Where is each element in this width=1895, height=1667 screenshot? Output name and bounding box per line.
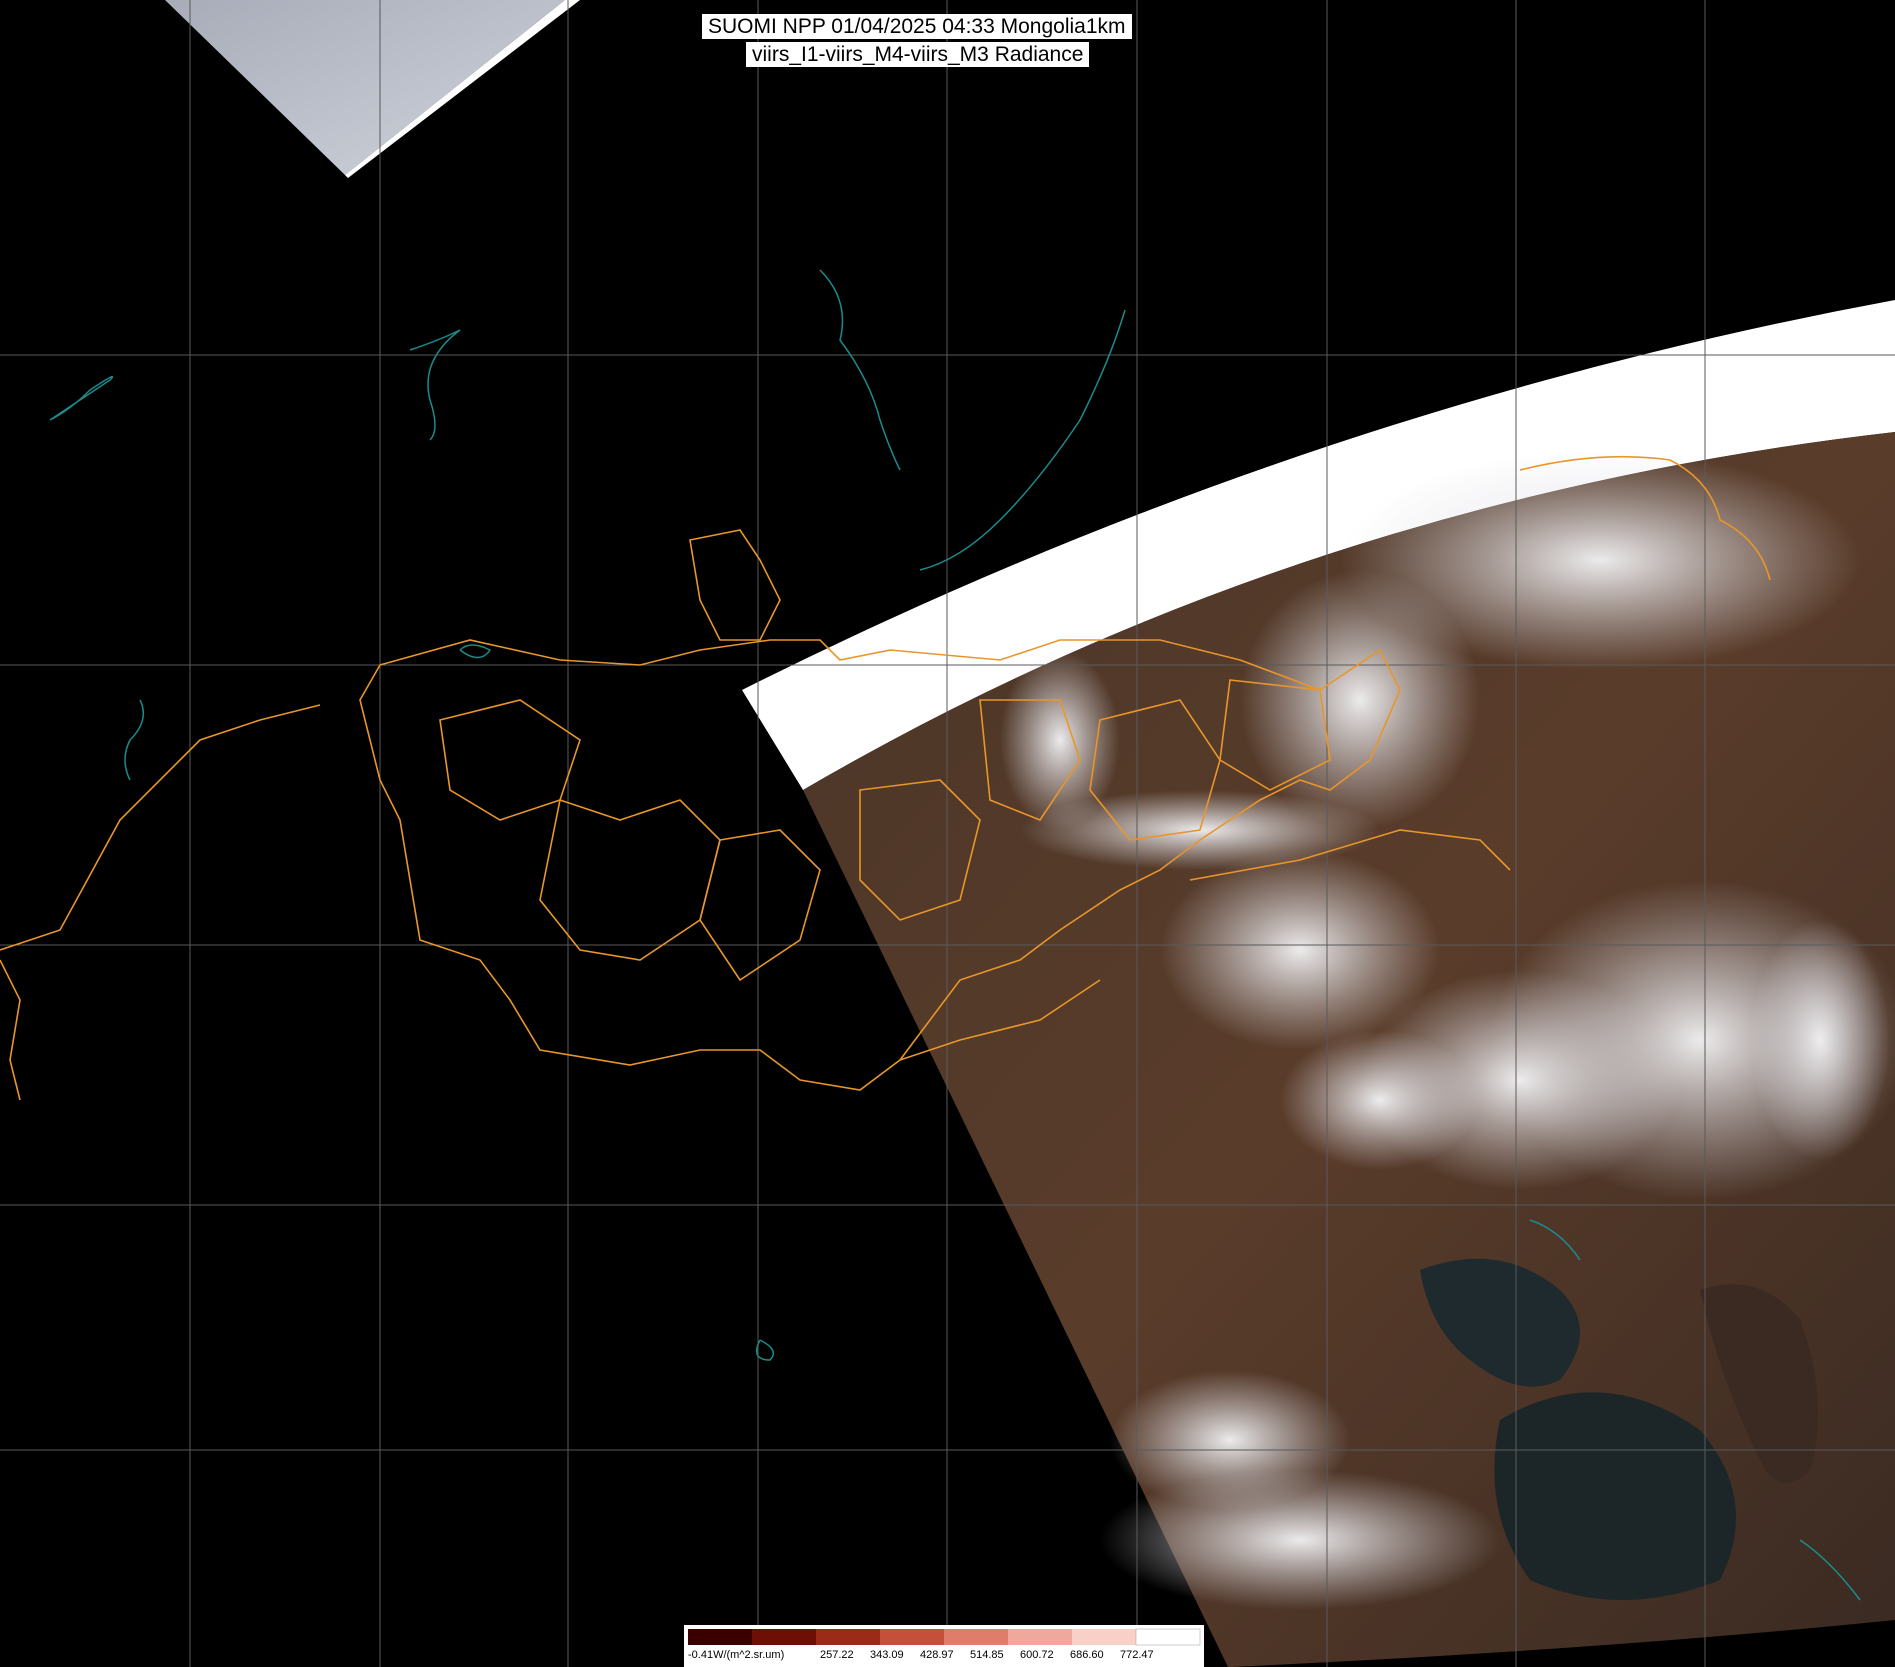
color-scale-bar [688,1628,1201,1646]
color-scale-labels: -0.41W/(m^2.sr.um) 257.22 343.09 428.97 … [684,1649,1204,1665]
legend-tick: 257.22 [820,1649,854,1661]
legend-tick: 343.09 [870,1649,904,1661]
legend-tick: 600.72 [1020,1649,1054,1661]
legend-tick: 514.85 [970,1649,1004,1661]
satellite-image-viewer: SUOMI NPP 01/04/2025 04:33 Mongolia1km v… [0,0,1895,1667]
legend-unit-label: -0.41W/(m^2.sr.um) [688,1649,785,1661]
color-scale-seg [816,1629,880,1645]
top-left-swath [165,0,565,175]
color-scale-seg [752,1629,816,1645]
color-scale-seg [944,1629,1008,1645]
color-scale-seg [1135,1628,1201,1646]
image-title-line-1: SUOMI NPP 01/04/2025 04:33 Mongolia1km [702,14,1132,39]
legend-tick: 428.97 [920,1649,954,1661]
color-scale-seg [880,1629,944,1645]
satellite-map [0,0,1895,1667]
legend-tick: 686.60 [1070,1649,1104,1661]
color-scale-seg [1008,1629,1072,1645]
image-title-line-2: viirs_I1-viirs_M4-viirs_M3 Radiance [746,42,1090,67]
legend-tick: 772.47 [1120,1649,1154,1661]
color-scale-seg [1072,1629,1136,1645]
color-scale-seg [688,1629,752,1645]
color-scale-legend: -0.41W/(m^2.sr.um) 257.22 343.09 428.97 … [684,1625,1204,1667]
